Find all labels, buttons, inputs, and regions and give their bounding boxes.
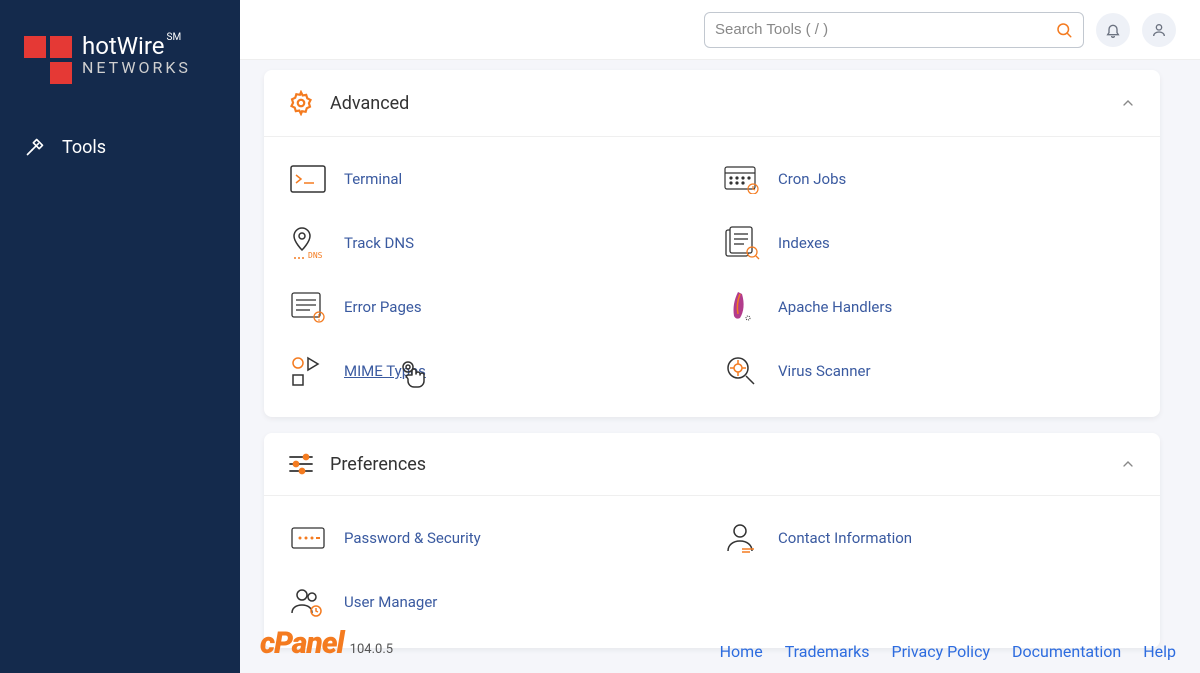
tile-apache-handlers[interactable]: Apache Handlers	[722, 285, 1136, 329]
sidebar-item-label: Tools	[62, 137, 106, 158]
content-area: Advanced Terminal	[240, 60, 1200, 673]
footer-link-home[interactable]: Home	[720, 642, 763, 661]
search-input[interactable]	[715, 21, 1055, 38]
brand-logo: hotWireSM NETWORKS	[0, 32, 240, 124]
footer: cPanel 104.0.5 Home Trademarks Privacy P…	[260, 626, 1176, 661]
tile-user-manager[interactable]: User Manager	[288, 580, 702, 624]
password-icon	[288, 518, 328, 558]
calendar-icon	[722, 159, 762, 199]
mime-icon	[288, 351, 328, 391]
svg-text:DNS: DNS	[308, 251, 323, 260]
panel-header-preferences[interactable]: Preferences	[264, 433, 1160, 495]
chevron-up-icon[interactable]	[1120, 95, 1136, 111]
bell-icon	[1105, 22, 1121, 38]
footer-links: Home Trademarks Privacy Policy Documenta…	[720, 642, 1176, 661]
panel-title: Advanced	[330, 93, 409, 114]
tile-mime-types[interactable]: MIME Types	[288, 349, 702, 393]
footer-link-privacy[interactable]: Privacy Policy	[892, 642, 991, 661]
tile-label: Contact Information	[778, 529, 912, 547]
sliders-icon	[288, 453, 314, 475]
user-manager-icon	[288, 582, 328, 622]
footer-link-trademarks[interactable]: Trademarks	[785, 642, 870, 661]
dns-pin-icon: DNS	[288, 223, 328, 263]
tile-label: Cron Jobs	[778, 170, 846, 188]
sidebar-item-tools[interactable]: Tools	[0, 124, 240, 170]
brand-sm: SM	[167, 32, 182, 43]
panel-header-advanced[interactable]: Advanced	[264, 70, 1160, 136]
cpanel-version: 104.0.5	[350, 642, 393, 657]
tile-label: Terminal	[344, 170, 402, 188]
footer-link-documentation[interactable]: Documentation	[1012, 642, 1121, 661]
cursor-pointer-icon	[400, 361, 428, 391]
tile-password-security[interactable]: Password & Security	[288, 516, 702, 560]
indexes-icon	[722, 223, 762, 263]
notifications-button[interactable]	[1096, 13, 1130, 47]
panel-preferences: Preferences Password & Security	[264, 433, 1160, 648]
terminal-icon	[288, 159, 328, 199]
tile-contact-information[interactable]: Contact Information	[722, 516, 1136, 560]
tile-label: Apache Handlers	[778, 298, 892, 316]
main: Advanced Terminal	[240, 0, 1200, 673]
tile-terminal[interactable]: Terminal	[288, 157, 702, 201]
cpanel-logo: cPanel	[260, 626, 344, 661]
brand-sub: NETWORKS	[82, 58, 191, 77]
tile-label: Indexes	[778, 234, 830, 252]
tile-label: User Manager	[344, 593, 437, 611]
sidebar: hotWireSM NETWORKS Tools	[0, 0, 240, 673]
tile-track-dns[interactable]: DNS Track DNS	[288, 221, 702, 265]
search-icon[interactable]	[1055, 21, 1073, 39]
tile-label: Virus Scanner	[778, 362, 871, 380]
tile-indexes[interactable]: Indexes	[722, 221, 1136, 265]
chevron-up-icon[interactable]	[1120, 456, 1136, 472]
topbar	[240, 0, 1200, 60]
tile-error-pages[interactable]: Error Pages	[288, 285, 702, 329]
brand-name: hotWire	[82, 32, 165, 60]
logo-text: hotWireSM NETWORKS	[82, 32, 191, 77]
tools-icon	[24, 136, 46, 158]
error-page-icon	[288, 287, 328, 327]
product-brand: cPanel 104.0.5	[260, 626, 393, 661]
footer-link-help[interactable]: Help	[1143, 642, 1176, 661]
gear-icon	[288, 90, 314, 116]
tile-cron-jobs[interactable]: Cron Jobs	[722, 157, 1136, 201]
account-button[interactable]	[1142, 13, 1176, 47]
tile-label: Track DNS	[344, 234, 414, 252]
panel-title: Preferences	[330, 454, 426, 475]
apache-icon	[722, 287, 762, 327]
search-container[interactable]	[704, 12, 1084, 48]
user-icon	[1151, 22, 1167, 38]
logo-mark	[24, 36, 72, 84]
contact-icon	[722, 518, 762, 558]
panel-advanced: Advanced Terminal	[264, 70, 1160, 417]
tile-virus-scanner[interactable]: Virus Scanner	[722, 349, 1136, 393]
tile-label: Password & Security	[344, 529, 481, 547]
tile-label: Error Pages	[344, 298, 422, 316]
